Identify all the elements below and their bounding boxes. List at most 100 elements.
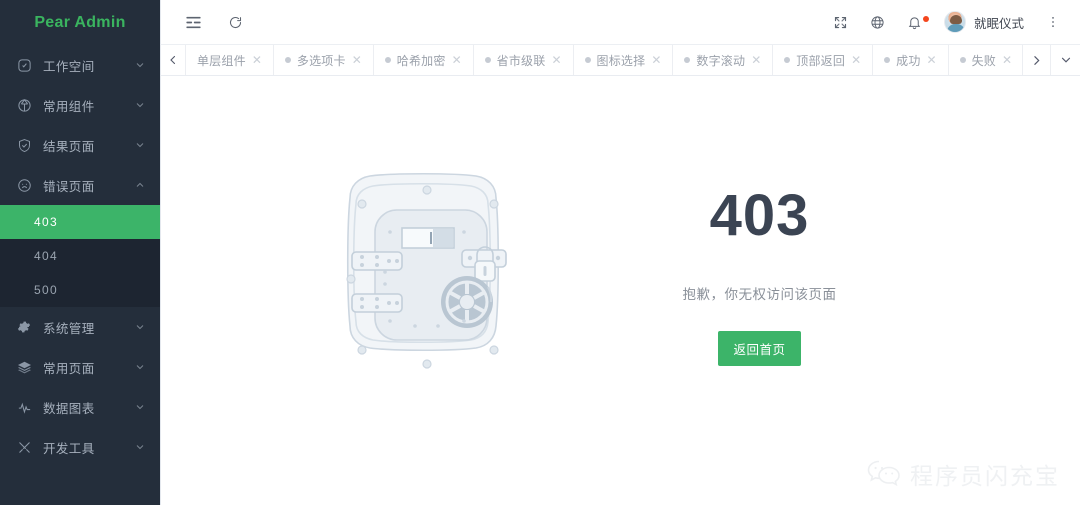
pulse-chart-icon	[16, 399, 32, 415]
tab-item[interactable]: 失败 ✕	[949, 45, 1022, 75]
user-menu[interactable]: 就眠仪式	[943, 11, 1024, 33]
tab-item[interactable]: 数字滚动 ✕	[673, 45, 774, 75]
tab-item[interactable]: 哈希加密 ✕	[374, 45, 474, 75]
tab-dot-icon	[884, 57, 891, 63]
tab-item[interactable]: 图标选择 ✕	[574, 45, 674, 75]
sidebar-item-system-management[interactable]: 系统管理	[0, 307, 160, 347]
tab-label: 单层组件	[197, 53, 246, 68]
tab-dot-icon	[384, 57, 391, 63]
sidebar-item-label: 结果页面	[43, 139, 95, 154]
tab-close-icon[interactable]: ✕	[751, 54, 761, 66]
tab-close-icon[interactable]: ✕	[551, 54, 561, 66]
tab-label: 数字滚动	[696, 53, 746, 68]
sidebar-item-common-pages[interactable]: 常用页面	[0, 347, 160, 387]
tools-icon	[16, 439, 32, 455]
chevron-down-icon	[134, 401, 146, 413]
tab-label: 省市级联	[496, 53, 546, 68]
component-icon	[16, 97, 32, 113]
shield-check-icon	[16, 137, 32, 153]
sad-face-icon	[16, 177, 32, 193]
layers-icon	[16, 359, 32, 375]
gear-icon	[16, 319, 32, 335]
tab-label: 图标选择	[596, 53, 646, 68]
tab-close-icon[interactable]: ✕	[1002, 54, 1012, 66]
notification-badge	[922, 15, 929, 22]
chevron-down-icon	[134, 321, 146, 333]
tab-item[interactable]: 单层组件 ✕	[185, 45, 274, 75]
dashboard-icon	[16, 57, 32, 73]
chevron-down-icon	[134, 99, 146, 111]
tab-dot-icon	[784, 57, 791, 63]
watermark: 程序员闪充宝	[867, 457, 1060, 491]
header-left-controls	[161, 14, 243, 31]
back-home-button[interactable]: 返回首页	[718, 331, 801, 366]
main-column: 就眠仪式 单层组件 ✕ 多选项卡 ✕ 哈希加密 ✕ 省市级联 ✕ 图标选择 ✕ …	[160, 0, 1080, 505]
tab-list: 单层组件 ✕ 多选项卡 ✕ 哈希加密 ✕ 省市级联 ✕ 图标选择 ✕ 数字滚动 …	[185, 45, 1022, 75]
tab-item[interactable]: 成功 ✕	[873, 45, 949, 75]
header: 就眠仪式	[160, 0, 1080, 45]
app-root: Pear Admin 工作空间 常用组件 结果页面 错误页面 403 404 5…	[0, 0, 1080, 505]
sidebar-item-label: 错误页面	[43, 179, 95, 194]
tab-close-icon[interactable]: ✕	[851, 54, 861, 66]
tab-label: 多选项卡	[296, 53, 346, 68]
chevron-left-icon[interactable]	[161, 45, 185, 75]
tab-item[interactable]: 多选项卡 ✕	[274, 45, 374, 75]
chevron-up-icon	[134, 179, 146, 191]
tab-close-icon[interactable]: ✕	[651, 54, 661, 66]
more-vertical-icon[interactable]	[1046, 15, 1060, 29]
error-code: 403	[709, 183, 810, 248]
sidebar-item-label: 开发工具	[43, 441, 95, 456]
tab-dot-icon	[484, 57, 491, 63]
sidebar-item-workspace[interactable]: 工作空间	[0, 45, 160, 85]
tab-close-icon[interactable]: ✕	[452, 54, 462, 66]
username: 就眠仪式	[973, 16, 1024, 31]
tab-label: 哈希加密	[396, 53, 446, 68]
tab-close-icon[interactable]: ✕	[352, 54, 362, 66]
sidebar-nav: 工作空间 常用组件 结果页面 错误页面 403 404 500 系统管理 常用页…	[0, 45, 160, 505]
error-message: 抱歉，你无权访问该页面	[682, 287, 837, 302]
chevron-right-icon[interactable]	[1022, 45, 1050, 75]
sidebar-item-data-charts[interactable]: 数据图表	[0, 387, 160, 427]
tab-dot-icon	[284, 57, 291, 63]
error-block: 403 抱歉，你无权访问该页面 返回首页	[610, 187, 910, 366]
tab-close-icon[interactable]: ✕	[252, 54, 262, 66]
tab-dot-icon	[584, 57, 591, 63]
tab-dot-icon	[684, 57, 691, 63]
tab-close-icon[interactable]: ✕	[927, 54, 937, 66]
sidebar-item-404[interactable]: 404	[0, 239, 160, 273]
chevron-down-icon	[134, 441, 146, 453]
tab-dot-icon	[959, 57, 966, 63]
tab-label: 成功	[896, 53, 921, 68]
tab-bar: 单层组件 ✕ 多选项卡 ✕ 哈希加密 ✕ 省市级联 ✕ 图标选择 ✕ 数字滚动 …	[160, 45, 1080, 76]
sidebar-item-dev-tools[interactable]: 开发工具	[0, 427, 160, 467]
sidebar-item-label: 数据图表	[43, 401, 95, 416]
refresh-icon[interactable]	[228, 15, 243, 30]
sidebar-item-403[interactable]: 403	[0, 205, 160, 239]
sidebar-item-error-pages[interactable]: 错误页面	[0, 165, 160, 205]
chevron-down-icon	[134, 139, 146, 151]
tab-item[interactable]: 省市级联 ✕	[474, 45, 574, 75]
sidebar-item-label: 常用页面	[43, 361, 95, 376]
avatar	[943, 11, 966, 33]
fullscreen-icon[interactable]	[833, 15, 848, 30]
content-area: 403 抱歉，你无权访问该页面 返回首页 程序员闪充宝	[160, 76, 1080, 505]
globe-theme-icon[interactable]	[870, 15, 885, 30]
chevron-down-icon	[134, 59, 146, 71]
tab-dropdown-icon[interactable]	[1050, 45, 1080, 75]
tab-label: 顶部返回	[796, 53, 846, 68]
sidebar: Pear Admin 工作空间 常用组件 结果页面 错误页面 403 404 5…	[0, 0, 160, 505]
tab-label: 失败	[971, 53, 996, 68]
sidebar-item-label: 系统管理	[43, 321, 95, 336]
chevron-down-icon	[134, 361, 146, 373]
vault-door-illustration	[332, 162, 532, 392]
menu-toggle-icon[interactable]	[185, 14, 202, 31]
sidebar-item-label: 常用组件	[43, 99, 95, 114]
sidebar-item-components[interactable]: 常用组件	[0, 85, 160, 125]
sidebar-item-500[interactable]: 500	[0, 273, 160, 307]
watermark-text: 程序员闪充宝	[910, 463, 1060, 489]
sidebar-submenu-error-pages: 403 404 500	[0, 205, 160, 307]
logo[interactable]: Pear Admin	[0, 0, 160, 45]
sidebar-item-result-pages[interactable]: 结果页面	[0, 125, 160, 165]
bell-icon[interactable]	[907, 15, 929, 30]
tab-item[interactable]: 顶部返回 ✕	[773, 45, 874, 75]
